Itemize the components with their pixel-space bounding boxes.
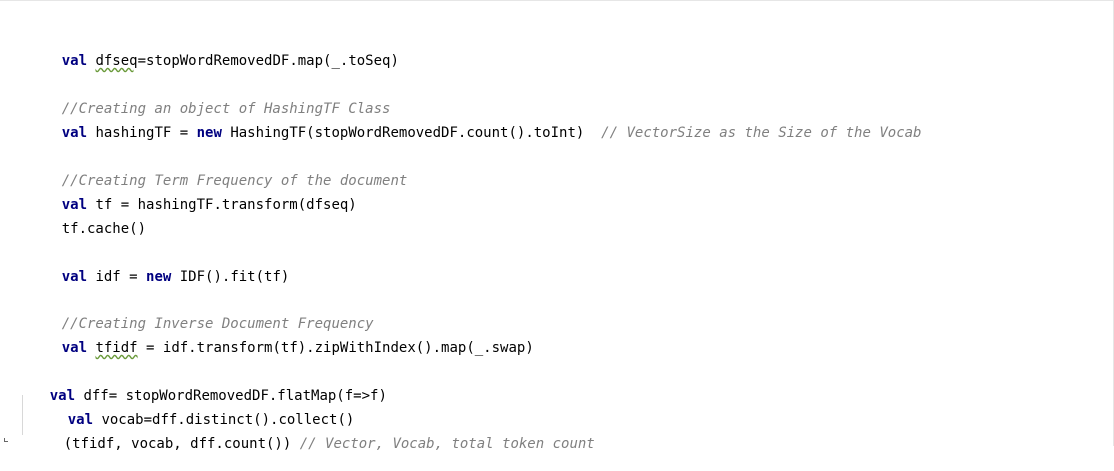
code-line-6[interactable]: tf.cache() [28, 202, 146, 256]
code-line-1[interactable]: val dfseq=stopWordRemovedDF.map(_.toSeq) [28, 34, 399, 88]
code-line-7[interactable]: val idf = new IDF().fit(tf) [28, 250, 290, 304]
code-text: idf = [87, 269, 147, 285]
code-text: tf.cache() [61, 221, 147, 237]
code-comment: // Vector, Vocab, total token count [291, 436, 595, 452]
keyword: new [196, 125, 222, 141]
code-line-9[interactable]: val tfidf = idf.transform(tf).zipWithInd… [28, 321, 534, 375]
code-text: dfseq=stopWordRemovedDF.map(_.toSeq) [95, 53, 399, 69]
code-editor[interactable]: val dfseq=stopWordRemovedDF.map(_.toSeq)… [0, 0, 1114, 452]
keyword: val [61, 125, 88, 141]
keyword: val [61, 340, 88, 356]
code-line-3[interactable]: val hashingTF = new HashingTF(stopWordRe… [28, 106, 922, 160]
squiggle-variable: tfidf [95, 340, 138, 356]
keyword: val [61, 53, 88, 69]
fold-marker-icon[interactable] [4, 438, 8, 442]
keyword: val [61, 269, 88, 285]
code-text: hashingTF = [87, 125, 197, 141]
code-line-12[interactable]: (tfidf, vocab, dff.count()) // Vector, V… [30, 417, 595, 471]
code-text: IDF().fit(tf) [171, 269, 290, 285]
keyword: new [146, 269, 172, 285]
code-text: tfidf = idf.transform(tf).zipWithIndex()… [95, 340, 534, 356]
squiggle-variable: dfseq [95, 53, 138, 69]
code-text: (tfidf, vocab, dff.count()) [63, 436, 292, 452]
code-comment: // VectorSize as the Size of the Vocab [584, 125, 922, 141]
code-text: HashingTF(stopWordRemovedDF.count().toIn… [221, 125, 585, 141]
indent-guide [22, 395, 23, 435]
